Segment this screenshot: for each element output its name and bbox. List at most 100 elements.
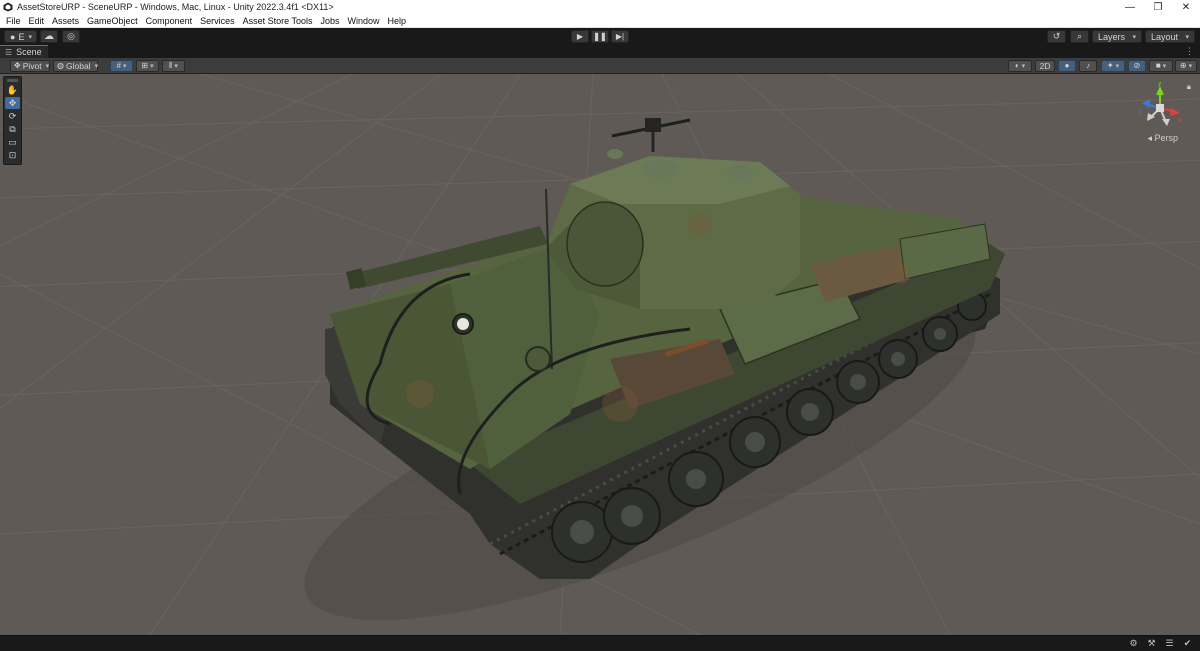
minimize-button[interactable]: — — [1116, 0, 1144, 14]
hand-tool-button[interactable]: ✋ — [5, 84, 20, 96]
check-icon[interactable]: ✔︎ — [1181, 637, 1194, 650]
effects-icon: ✦ — [1106, 61, 1114, 70]
chevron-down-icon: ▾ — [1132, 33, 1136, 41]
rect-icon: ▭ — [8, 136, 17, 147]
layout-label: Layout — [1151, 31, 1179, 42]
lock-icon[interactable]: 🔒︎ — [1187, 82, 1191, 92]
orientation-gizmo[interactable]: y x z — [1136, 82, 1184, 138]
camera-icon: ■ — [1155, 61, 1161, 70]
scale-tool-button[interactable]: ⧉ — [5, 123, 20, 135]
snap-icon: ⊞ — [141, 61, 149, 70]
pivot-icon: ✥ — [14, 61, 21, 70]
chevron-down-icon: ▾ — [150, 62, 154, 70]
account-label: E — [18, 31, 25, 42]
tab-options-icon[interactable]: ⋮ — [1185, 46, 1194, 57]
layers-dropdown[interactable]: Layers ▾ — [1092, 30, 1142, 43]
account-icon: ● — [10, 31, 16, 42]
layout-dropdown[interactable]: Layout ▾ — [1145, 30, 1195, 43]
chevron-down-icon: ▾ — [1188, 62, 1193, 70]
chevron-down-icon: ▾ — [174, 62, 178, 70]
step-button[interactable]: ▶| — [611, 30, 629, 43]
menu-assets[interactable]: Assets — [48, 16, 83, 26]
layers-label: Layers — [1098, 31, 1126, 42]
global-label: Global — [65, 60, 91, 71]
lighting-toggle[interactable]: ● — [1058, 59, 1076, 72]
pivot-label: Pivot — [22, 60, 42, 71]
search-button[interactable]: ⌕ — [1070, 30, 1089, 43]
align-dropdown[interactable]: ⫴ ▾ — [162, 59, 185, 72]
grid-icon: # — [116, 61, 121, 70]
chevron-down-icon: ▾ — [45, 62, 50, 70]
search-icon: ⌕ — [1076, 31, 1083, 41]
scene-toolbar: ✥ Pivot ▾ ◍ Global ▾ # ▾ ⊞ ▾ ⫴ ▾ ◐ ▾ 2D … — [0, 58, 1200, 74]
move-icon: ✥ — [8, 97, 17, 108]
debug-icon[interactable]: ⚙︎ — [1127, 637, 1140, 650]
menu-edit[interactable]: Edit — [25, 16, 49, 26]
history-icon: ↺ — [1052, 31, 1061, 41]
pivot-dropdown[interactable]: ✥ Pivot ▾ — [10, 59, 50, 72]
global-dropdown[interactable]: ◍ Global ▾ — [53, 59, 98, 72]
status-bar: ⚙︎ ⚒︎ ☰ ✔︎ — [0, 635, 1200, 651]
toggle-2d-button[interactable]: 2D — [1035, 59, 1055, 72]
pause-button[interactable]: ❚❚ — [591, 30, 609, 43]
main-toolbar: ● E ▾ ☁ ◎ ▶ ❚❚ ▶| ↺ ⌕ Layers ▾ Layout ▾ — [0, 28, 1200, 45]
audio-toggle[interactable]: ♪ — [1079, 59, 1097, 72]
tab-scene-label: Scene — [16, 47, 42, 57]
gizmo-x-label: x — [1178, 117, 1182, 124]
cloud-button[interactable]: ☁ — [40, 30, 58, 43]
camera-dropdown[interactable]: ■ ▾ — [1149, 59, 1173, 72]
transform-tool-button[interactable]: ⊡ — [5, 149, 20, 161]
hand-icon: ✋ — [6, 84, 19, 95]
draw-mode-dropdown[interactable]: ◐ ▾ — [1008, 59, 1032, 72]
mode-2d-label: 2D — [1039, 60, 1051, 71]
menu-file[interactable]: File — [2, 16, 25, 26]
maximize-button[interactable]: ❐ — [1144, 0, 1172, 14]
scene-render — [0, 74, 1200, 635]
collab-button[interactable]: ◎ — [62, 30, 80, 43]
settings-icon[interactable]: ⚒︎ — [1145, 637, 1158, 650]
unity-logo-icon — [3, 2, 13, 12]
rotate-icon: ⟳ — [8, 110, 17, 121]
hidden-objects-toggle[interactable]: ⊘ — [1128, 59, 1146, 72]
menu-component[interactable]: Component — [142, 16, 197, 26]
cloud-icon: ☁ — [44, 31, 54, 42]
visibility-icon: ⊘ — [1133, 61, 1141, 70]
effects-dropdown[interactable]: ✦ ▾ — [1101, 59, 1125, 72]
scene-viewport[interactable]: ✋ ✥ ⟳ ⧉ ▭ ⊡ 🔒︎ y x z ◂ Persp — [0, 74, 1200, 635]
scene-icon: ☰ — [5, 47, 13, 57]
menu-bar: File Edit Assets GameObject Component Se… — [0, 14, 1200, 28]
grid-snap-dropdown[interactable]: # ▾ — [110, 59, 133, 72]
undo-history-button[interactable]: ↺ — [1047, 30, 1066, 43]
menu-gameobject[interactable]: GameObject — [83, 16, 142, 26]
account-dropdown[interactable]: ● E ▾ — [4, 30, 37, 43]
gizmos-dropdown[interactable]: ⊕ ▾ — [1175, 59, 1197, 72]
menu-asset-store-tools[interactable]: Asset Store Tools — [239, 16, 317, 26]
scale-icon: ⧉ — [9, 123, 16, 134]
chevron-down-icon: ▾ — [1162, 62, 1167, 70]
pause-icon: ❚❚ — [593, 32, 607, 41]
menu-help[interactable]: Help — [384, 16, 411, 26]
projection-toggle[interactable]: ◂ Persp — [1147, 133, 1178, 144]
snap-increment-dropdown[interactable]: ⊞ ▾ — [136, 59, 159, 72]
chevron-down-icon: ▾ — [28, 33, 32, 41]
play-button[interactable]: ▶ — [571, 30, 589, 43]
audio-icon: ♪ — [1086, 61, 1090, 70]
menu-jobs[interactable]: Jobs — [317, 16, 344, 26]
menu-window[interactable]: Window — [344, 16, 384, 26]
globe-icon: ◍ — [57, 61, 64, 70]
close-button[interactable]: ✕ — [1172, 0, 1200, 14]
gizmos-icon: ⊕ — [1179, 61, 1187, 70]
gizmo-y-label: y — [1158, 82, 1162, 87]
move-tool-button[interactable]: ✥ — [5, 97, 20, 109]
rect-tool-button[interactable]: ▭ — [5, 136, 20, 148]
window-title: AssetStoreURP - SceneURP - Windows, Mac,… — [17, 2, 334, 12]
tool-palette: ✋ ✥ ⟳ ⧉ ▭ ⊡ — [3, 76, 22, 165]
step-icon: ▶| — [615, 32, 625, 41]
tab-scene[interactable]: ☰ Scene — [0, 45, 48, 58]
palette-grip[interactable] — [7, 79, 18, 82]
rotate-tool-button[interactable]: ⟳ — [5, 110, 20, 122]
menu-services[interactable]: Services — [196, 16, 239, 26]
menu-icon[interactable]: ☰ — [1163, 637, 1176, 650]
shading-icon: ◐ — [1014, 61, 1020, 70]
light-bulb-icon: ● — [1064, 61, 1070, 70]
